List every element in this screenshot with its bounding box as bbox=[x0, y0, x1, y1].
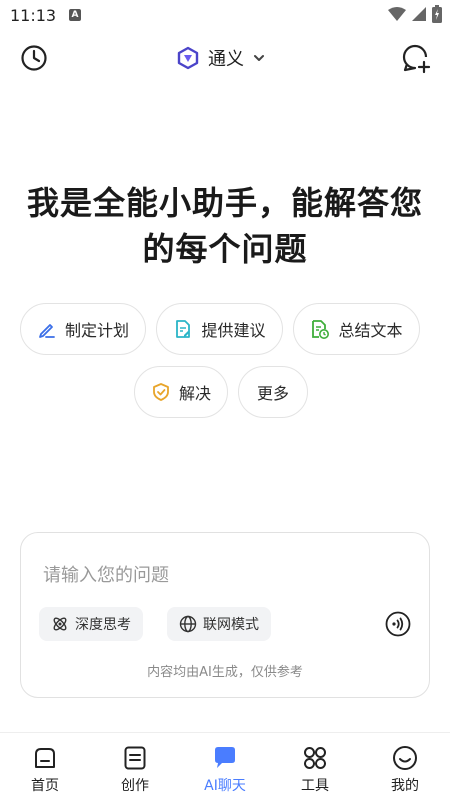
tongyi-logo-icon bbox=[177, 46, 199, 70]
nav-home[interactable]: 首页 bbox=[0, 733, 90, 800]
home-icon bbox=[35, 748, 55, 768]
document-clock-icon bbox=[312, 320, 330, 339]
chip-label: 制定计划 bbox=[64, 321, 129, 340]
status-bar: 11:13 A bbox=[0, 0, 450, 32]
chevron-down-icon bbox=[254, 55, 264, 61]
nav-ai-chat[interactable]: AI聊天 bbox=[180, 733, 270, 800]
chip-label: 总结文本 bbox=[338, 321, 403, 340]
chip-make-plan[interactable]: 制定计划 bbox=[20, 303, 146, 355]
globe-icon bbox=[179, 615, 197, 633]
signal-icon bbox=[412, 7, 426, 21]
chip-more[interactable]: 更多 bbox=[238, 366, 308, 418]
nav-label: AI聊天 bbox=[204, 778, 246, 794]
message-input[interactable]: 请输入您的问题 bbox=[43, 561, 169, 587]
nav-profile[interactable]: 我的 bbox=[360, 733, 450, 800]
wifi-icon bbox=[388, 7, 406, 21]
composer-card: 请输入您的问题 深度思考 联网模式 内容均由AI生成，仅供参考 bbox=[20, 532, 430, 698]
chip-label: 解决 bbox=[178, 384, 211, 403]
bottom-nav: 首页 创作 AI聊天 工具 我的 bbox=[0, 732, 450, 800]
headline-line-1: 我是全能小助手，能解答您 bbox=[26, 184, 423, 222]
nav-label: 首页 bbox=[31, 778, 59, 794]
nav-label: 创作 bbox=[121, 778, 149, 794]
battery-icon bbox=[432, 5, 442, 23]
history-clock-icon[interactable] bbox=[18, 42, 50, 74]
nav-label: 工具 bbox=[301, 778, 329, 794]
chat-bubble-icon bbox=[215, 747, 235, 768]
notification-icon: A bbox=[69, 9, 81, 21]
chip-give-advice[interactable]: 提供建议 bbox=[156, 303, 283, 355]
document-edit-icon bbox=[176, 320, 191, 338]
nav-label: 我的 bbox=[391, 778, 419, 794]
chip-label: 提供建议 bbox=[201, 321, 266, 340]
smile-icon bbox=[393, 746, 417, 770]
headline-line-2: 的每个问题 bbox=[142, 230, 308, 268]
new-chat-icon[interactable] bbox=[400, 42, 432, 74]
chip-label: 更多 bbox=[256, 384, 289, 403]
nav-tools[interactable]: 工具 bbox=[270, 733, 360, 800]
web-mode-label: 联网模式 bbox=[203, 617, 259, 633]
nav-create[interactable]: 创作 bbox=[90, 733, 180, 800]
shield-check-icon bbox=[153, 383, 169, 401]
model-selector[interactable]: 通义 bbox=[176, 43, 266, 73]
create-icon bbox=[124, 746, 146, 770]
top-bar: 通义 bbox=[0, 36, 450, 80]
welcome-headline: 我是全能小助手，能解答您 的每个问题 bbox=[0, 180, 450, 272]
chip-solve[interactable]: 解决 bbox=[134, 366, 228, 418]
chip-summarize-text[interactable]: 总结文本 bbox=[293, 303, 420, 355]
status-time: 11:13 bbox=[10, 6, 57, 25]
ai-disclaimer: 内容均由AI生成，仅供参考 bbox=[147, 665, 303, 680]
deep-think-button[interactable]: 深度思考 bbox=[39, 607, 143, 641]
web-mode-button[interactable]: 联网模式 bbox=[167, 607, 271, 641]
pen-icon bbox=[39, 324, 55, 338]
voice-input-icon[interactable] bbox=[385, 611, 411, 637]
deep-think-label: 深度思考 bbox=[75, 617, 131, 633]
grid-icon bbox=[304, 747, 326, 769]
atom-icon bbox=[53, 617, 67, 631]
app-name: 通义 bbox=[208, 49, 244, 70]
